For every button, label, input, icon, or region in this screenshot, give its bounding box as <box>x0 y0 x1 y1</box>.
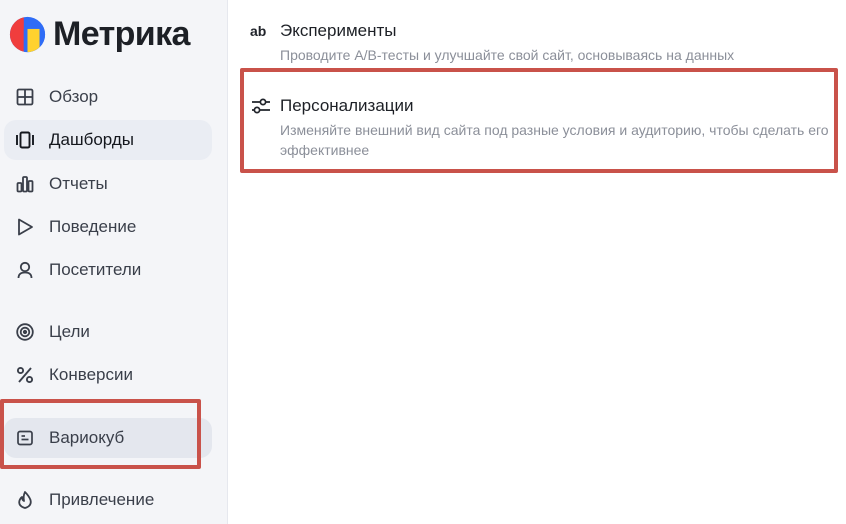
grid-icon <box>14 86 36 108</box>
sidebar: Метрика Обзор Дашборды Отчеты Поведение … <box>0 0 228 524</box>
logo[interactable]: Метрика <box>9 14 190 54</box>
sidebar-item-label: Цели <box>49 322 90 341</box>
sidebar-item-visitors[interactable]: Посетители <box>4 250 212 290</box>
sidebar-item-label: Отчеты <box>49 174 108 193</box>
sidebar-item-overview[interactable]: Обзор <box>4 77 212 117</box>
sidebar-item-label: Дашборды <box>49 130 134 149</box>
sidebar-item-goals[interactable]: Цели <box>4 312 212 352</box>
ab-icon: ab <box>250 20 272 42</box>
experiments-title: Эксперименты <box>280 21 397 40</box>
personalizations-item[interactable]: Персонализации Изменяйте внешний вид сай… <box>250 95 829 159</box>
fire-icon <box>14 489 36 511</box>
bar-chart-icon <box>14 173 36 195</box>
sidebar-item-label: Посетители <box>49 260 142 279</box>
sidebar-item-label: Поведение <box>49 217 137 236</box>
play-icon <box>14 216 36 238</box>
sidebar-item-label: Привлечение <box>49 490 155 509</box>
metrika-logo-icon <box>9 16 46 52</box>
sidebar-item-label: Вариокуб <box>49 428 125 447</box>
logo-text: Метрика <box>53 15 190 53</box>
sidebar-item-acquisition[interactable]: Привлечение <box>4 480 212 520</box>
experiments-description: Проводите А/В-тесты и улучшайте свой сай… <box>280 47 735 63</box>
experiments-item[interactable]: ab Эксперименты Проводите А/В-тесты и ул… <box>250 20 810 66</box>
personalizations-title: Персонализации <box>280 96 414 115</box>
variocube-icon <box>14 427 36 449</box>
sidebar-item-variocube[interactable]: Вариокуб <box>4 418 212 458</box>
user-icon <box>14 259 36 281</box>
sidebar-item-behavior[interactable]: Поведение <box>4 207 212 247</box>
personalizations-description: Изменяйте внешний вид сайта под разные у… <box>280 122 829 158</box>
sidebar-item-label: Конверсии <box>49 365 133 384</box>
sliders-icon <box>250 95 272 117</box>
sidebar-item-dashboards[interactable]: Дашборды <box>4 120 212 160</box>
percent-icon <box>14 364 36 386</box>
sidebar-item-label: Обзор <box>49 87 99 106</box>
sidebar-item-reports[interactable]: Отчеты <box>4 164 212 204</box>
sidebar-item-conversions[interactable]: Конверсии <box>4 355 212 395</box>
svg-text:ab: ab <box>250 23 266 39</box>
dashboard-icon <box>14 129 36 151</box>
target-icon <box>14 321 36 343</box>
